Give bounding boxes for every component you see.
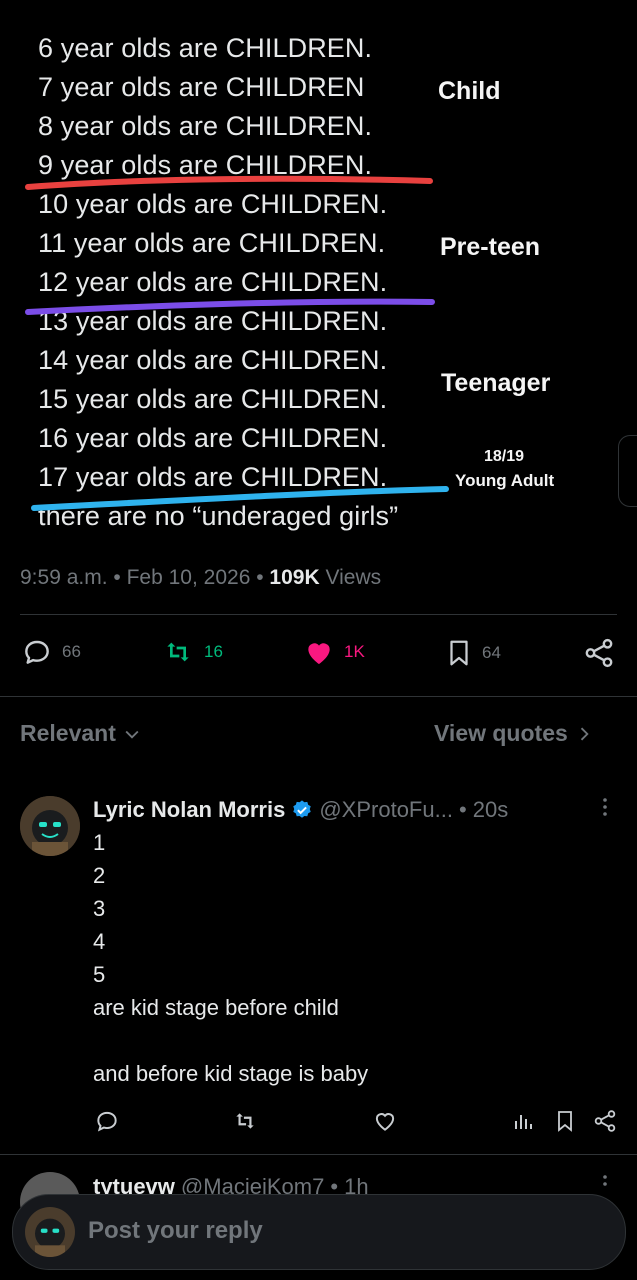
adult-age-label: 18/19 (484, 448, 525, 465)
share-icon (594, 1110, 616, 1132)
verified-badge-icon (293, 800, 312, 818)
reply-line: 1 (93, 830, 106, 855)
view-quotes-label: View quotes (434, 720, 568, 746)
bookmark-count: 64 (482, 643, 501, 662)
reply-author-name[interactable]: Lyric Nolan Morris (93, 797, 285, 823)
like-action[interactable]: 1K (302, 636, 365, 668)
chevron-right-icon (580, 727, 589, 740)
sort-label: Relevant (20, 720, 116, 746)
post-time: 9:59 a.m. (20, 566, 108, 589)
divider (20, 614, 617, 615)
repost-action[interactable]: 16 (160, 636, 223, 668)
reply-header: Lyric Nolan Morris @XProtoFu... • 20s (93, 797, 508, 823)
composer-avatar (25, 1207, 75, 1257)
red-underline (25, 175, 433, 190)
meta-separator: • (256, 566, 264, 589)
reply-action[interactable]: 66 (20, 636, 81, 668)
post-meta: 9:59 a.m. • Feb 10, 2026 • 109K Views (20, 566, 381, 590)
chevron-down-icon (125, 730, 139, 739)
bookmark-action[interactable]: 64 (444, 636, 501, 670)
composer-placeholder[interactable]: Post your reply (88, 1217, 263, 1245)
post-date: Feb 10, 2026 (126, 566, 251, 589)
repost-icon (167, 642, 189, 662)
child-label: Child (438, 77, 501, 105)
more-icon (603, 798, 607, 816)
divider (0, 696, 637, 697)
scroll-handle[interactable] (618, 435, 637, 507)
bookmark-icon (558, 1111, 572, 1132)
robot-avatar-icon (25, 1207, 75, 1257)
more-icon (603, 1175, 607, 1186)
reply-count: 66 (62, 642, 81, 661)
reply-reply-button[interactable] (94, 1108, 120, 1139)
reply-icon (25, 640, 49, 664)
young-adult-label: Young Adult (455, 471, 555, 490)
preteen-label: Pre-teen (440, 233, 541, 261)
avatar[interactable] (20, 796, 80, 856)
reply-line: are kid stage before child (93, 995, 339, 1020)
heart-icon (375, 1113, 395, 1131)
views-count: 109K (269, 566, 320, 589)
reply-icon (97, 1111, 117, 1132)
divider (0, 1154, 637, 1155)
robot-avatar-icon (20, 796, 80, 856)
analytics-icon (515, 1115, 532, 1129)
share-action[interactable] (582, 636, 616, 670)
reply-share-button[interactable] (592, 1108, 618, 1139)
reply-like-button[interactable] (372, 1108, 398, 1139)
reply-views-button[interactable] (512, 1108, 536, 1139)
like-count: 1K (344, 642, 365, 661)
reply-line: 5 (93, 962, 106, 987)
heart-icon (308, 643, 330, 664)
repost-icon (236, 1113, 254, 1129)
view-quotes-link[interactable]: View quotes (434, 720, 594, 747)
reply-line: 3 (93, 896, 106, 921)
views-label: Views (325, 566, 382, 589)
next-more-options-button[interactable] (598, 1174, 612, 1194)
bookmark-icon (450, 640, 468, 666)
meta-separator: • (113, 566, 121, 589)
reply-repost-button[interactable] (231, 1108, 259, 1139)
reply-composer[interactable]: Post your reply (12, 1194, 626, 1270)
purple-underline (25, 298, 435, 315)
blue-underline (31, 486, 449, 511)
teenager-label: Teenager (441, 369, 551, 397)
reply-time: • 20s (458, 797, 509, 822)
share-icon (585, 638, 613, 668)
more-options-button[interactable] (598, 796, 612, 820)
reply-line: 4 (93, 929, 106, 954)
reply-author-handle[interactable]: @XProtoFu... (319, 797, 453, 823)
repost-count: 16 (204, 642, 223, 661)
reply-line: and before kid stage is baby (93, 1061, 369, 1086)
reply-bookmark-button[interactable] (553, 1108, 577, 1139)
reply-line: 2 (93, 863, 106, 888)
sort-dropdown[interactable]: Relevant (20, 720, 142, 747)
